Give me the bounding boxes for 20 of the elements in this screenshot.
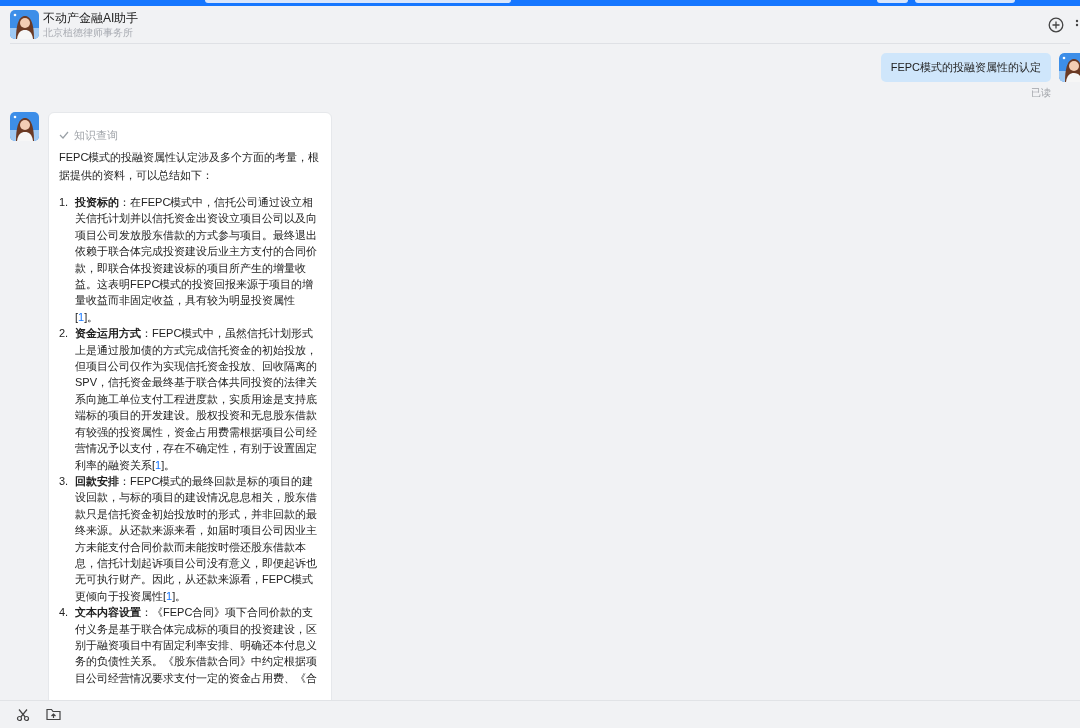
user-message-bubble: FEPC模式的投融资属性的认定 (880, 53, 1051, 82)
list-item-text: 资金运用方式：FEPC模式中，虽然信托计划形式上是通过股加债的方式完成信托资金的初始投放，但项目公司仅作为实现信托资金投放、回收隔离的SPV，信托资金最终基于联合体共同投资的法律关系向施工单位支付工程进度款，实质用途是支持底端标的项目的开发建设。股权投资和无息股东借款有较强的投资属性，资金占用费需根据项目公司经营情况予以支付，存在不确定性，有别于设置固定利率的融资关系[1]。 (75, 326, 318, 473)
tool-step-label: 知识查询 (74, 127, 118, 143)
add-icon[interactable] (1048, 17, 1064, 33)
list-number: 2. (59, 326, 70, 342)
read-status: 已读 (1031, 86, 1051, 100)
upload-folder-icon[interactable] (46, 708, 61, 721)
list-item-text: 回款安排：FEPC模式的最终回款是标的项目的建设回款，与标的项目的建设情况息息相关，股东借款只是信托资金初始投放时的形式，并非回款的最终来源。从还款来源来看，如届时项目公司因业主方未能支付合同价款而未能按时偿还股东借款本息，信托计划起诉项目公司没有意义，即便起诉也无可执行财产。因此，从还款来源看，FEPC模式更倾向于投资属性[1]。 (75, 473, 318, 604)
scissors-icon[interactable] (16, 707, 30, 722)
answer-intro: FEPC模式的投融资属性认定涉及多个方面的考量，根据提供的资料，可以总结如下： (59, 150, 321, 183)
assistant-name: 不动产金融AI助手 (43, 10, 139, 26)
list-number: 4. (59, 605, 70, 621)
avatar (10, 10, 39, 39)
list-number: 3. (59, 473, 70, 489)
avatar (1059, 53, 1080, 82)
list-number: 1. (59, 195, 70, 210)
list-item-text: 投资标的：在FEPC模式中，信托公司通过设立相关信托计划并以信托资金出资设立项目公司以及向项目公司发放股东借款的方式参与项目。最终退出依赖于联合体完成投资建设后业主方支付的合同价款，即联合体投资建设标的项目所产生的增量收益。这表明FEPC模式的投资回报来源于项目的增量收益而非固定收益，具有较为明显投资属性 [1]。 (75, 195, 318, 325)
avatar (10, 112, 39, 141)
list-item-text: 文本内容设置：《FEPC合同》项下合同价款的支付义务是基于联合体完成标的项目的投资建设，区别于融资项目中有固定利率安排、明确还本付息义务的负债性关系。《股东借款合同》中约定根据项目公司经营情况要求支付一定的资金占用费、《合 (75, 605, 318, 686)
organization-name: 北京植德律师事务所 (43, 25, 134, 39)
